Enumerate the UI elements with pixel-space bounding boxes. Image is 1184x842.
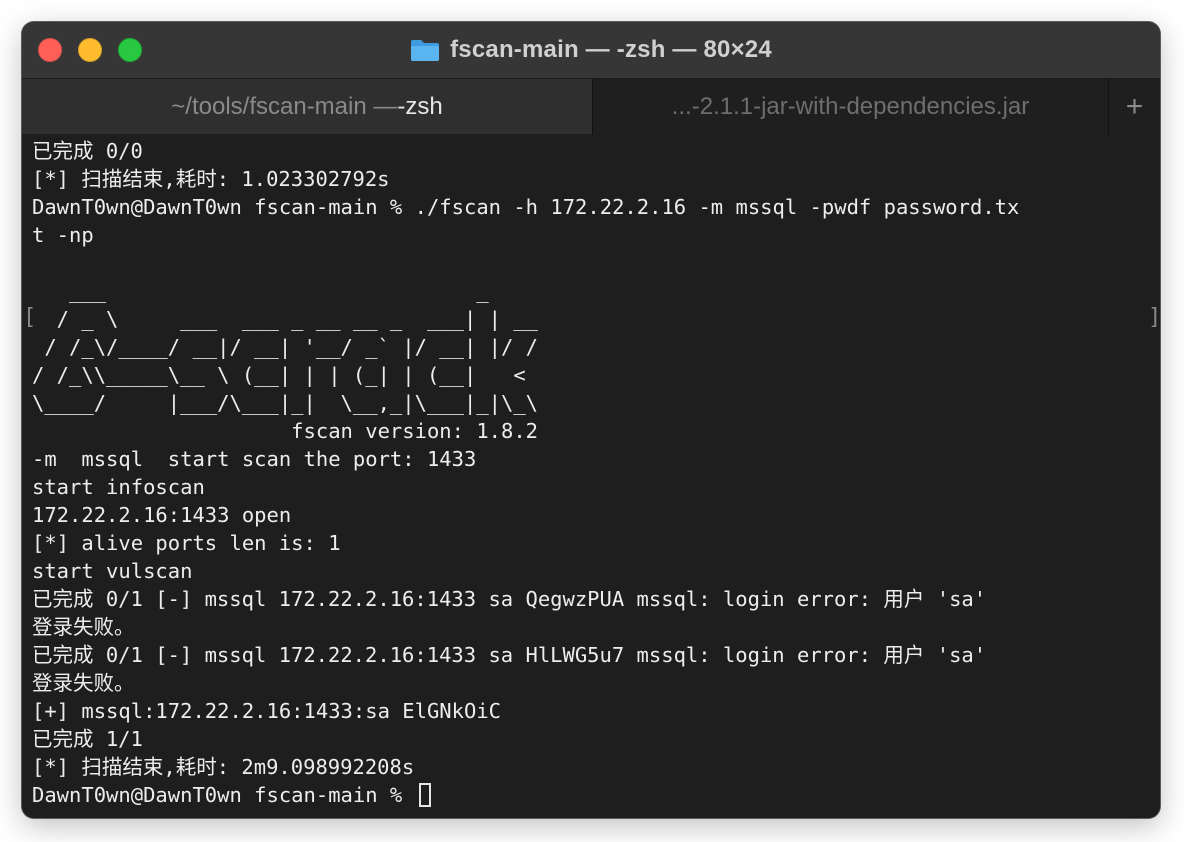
terminal-output[interactable]: [ ] 已完成 0/0 [*] 扫描结束,耗时: 1.023302792s Da…: [22, 134, 1160, 818]
ascii-banner-line: ___ _: [32, 279, 539, 303]
terminal-line: [*] 扫描结束,耗时: 2m9.098992208s: [32, 755, 415, 779]
terminal-line: 已完成 0/1 [-] mssql 172.22.2.16:1433 sa Hl…: [32, 643, 987, 667]
tab-fscan-main[interactable]: ~/tools/fscan-main — -zsh: [22, 79, 592, 134]
ascii-banner-line: / /_\\_____\__ \ (__| | | (_| | (__| <: [32, 363, 576, 387]
line-wrap-bracket-right: ]: [1148, 305, 1160, 330]
text-cursor: [418, 783, 431, 807]
terminal-line: -m mssql start scan the port: 1433: [32, 447, 477, 471]
tab-jar-with-dependencies[interactable]: ...-2.1.1-jar-with-dependencies.jar: [592, 79, 1108, 134]
shell-prompt: DawnT0wn@DawnT0wn fscan-main %: [32, 783, 415, 807]
terminal-line: t -np: [32, 223, 94, 247]
terminal-line: [*] 扫描结束,耗时: 1.023302792s: [32, 167, 390, 191]
new-tab-button[interactable]: +: [1108, 79, 1160, 134]
terminal-line: [+] mssql:172.22.2.16:1433:sa ElGNkOiC: [32, 699, 501, 723]
terminal-line: 172.22.2.16:1433 open: [32, 503, 292, 527]
window-title-container: fscan-main — -zsh — 80×24: [22, 22, 1160, 78]
terminal-line: start infoscan: [32, 475, 205, 499]
ascii-banner-line: \____/ |___/\___|_| \__,_|\___|_|\_\: [32, 391, 551, 415]
tab-label-prefix: ~/tools/fscan-main —: [171, 92, 398, 120]
title-bar[interactable]: fscan-main — -zsh — 80×24: [22, 22, 1160, 78]
tab-bar: ~/tools/fscan-main — -zsh ...-2.1.1-jar-…: [22, 78, 1160, 134]
fscan-version-line: fscan version: 1.8.2: [32, 419, 539, 443]
tab-label: ...-2.1.1-jar-with-dependencies.jar: [671, 92, 1030, 120]
terminal-line: 已完成 0/1 [-] mssql 172.22.2.16:1433 sa Qe…: [32, 587, 987, 611]
terminal-window: fscan-main — -zsh — 80×24 ~/tools/fscan-…: [22, 22, 1160, 818]
ascii-banner-line: / _ \ ___ ___ _ __ __ _ ___| | __: [32, 307, 551, 331]
terminal-line: [*] alive ports len is: 1: [32, 531, 341, 555]
folder-icon: [410, 38, 440, 62]
terminal-line: DawnT0wn@DawnT0wn fscan-main % ./fscan -…: [32, 195, 1020, 219]
tab-label-strong: -zsh: [397, 92, 443, 120]
terminal-line: 登录失败。: [32, 671, 135, 695]
terminal-line: 已完成 1/1: [32, 727, 143, 751]
terminal-line: 已完成 0/0: [32, 139, 143, 163]
terminal-lines: 已完成 0/0 [*] 扫描结束,耗时: 1.023302792s DawnT0…: [32, 137, 1019, 809]
terminal-line: 登录失败。: [32, 615, 135, 639]
terminal-line: start vulscan: [32, 559, 193, 583]
window-title: fscan-main — -zsh — 80×24: [450, 36, 772, 63]
ascii-banner-line: / /_\/____/ __|/ __| '__/ _` |/ __| |/ /: [32, 335, 539, 359]
prompt-line[interactable]: DawnT0wn@DawnT0wn fscan-main %: [32, 781, 1019, 809]
